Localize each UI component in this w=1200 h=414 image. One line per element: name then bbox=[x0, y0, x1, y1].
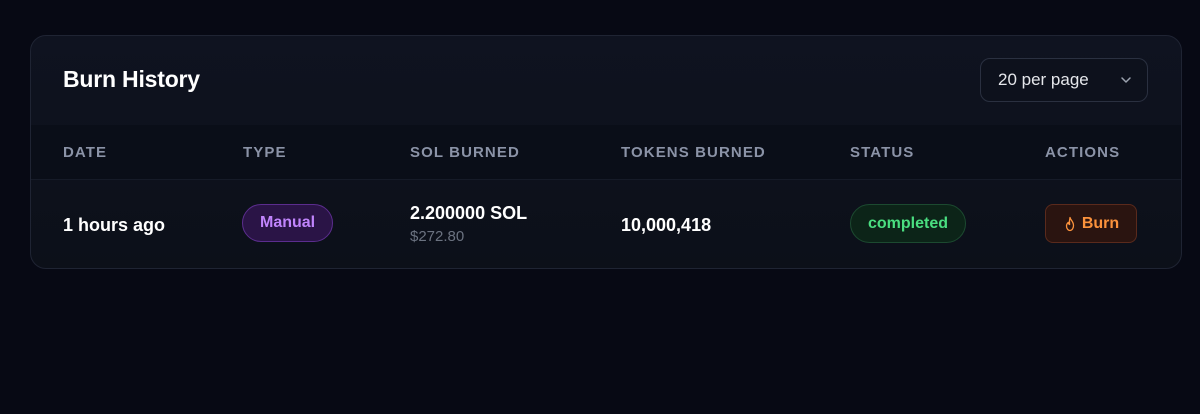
column-header-tokens-burned: TOKENS BURNED bbox=[621, 144, 766, 161]
per-page-select[interactable]: 20 per page bbox=[980, 58, 1148, 102]
burn-button[interactable]: Burn bbox=[1045, 204, 1137, 243]
row-date: 1 hours ago bbox=[63, 215, 166, 235]
burn-button-label: Burn bbox=[1081, 214, 1120, 232]
usd-amount: $272.80 bbox=[410, 228, 465, 245]
chevron-down-icon bbox=[1121, 77, 1131, 83]
sol-burned-cell: 2.200000 SOL $272.80 bbox=[410, 203, 527, 245]
type-badge: Manual bbox=[242, 204, 334, 242]
flame-icon bbox=[1065, 216, 1074, 231]
table-header: DATE TYPE SOL BURNED TOKENS BURNED STATU… bbox=[31, 125, 1181, 180]
per-page-value: 20 per page bbox=[998, 70, 1089, 89]
status-badge: completed bbox=[850, 204, 967, 243]
column-header-actions: ACTIONS bbox=[1045, 144, 1121, 161]
card-title: Burn History bbox=[63, 66, 200, 92]
tokens-burned: 10,000,418 bbox=[621, 215, 712, 235]
column-header-status: STATUS bbox=[850, 144, 915, 161]
card-header: Burn History 20 per page bbox=[31, 36, 1181, 126]
burn-history-card: Burn History 20 per page DATE TYPE SOL B… bbox=[30, 35, 1182, 269]
sol-amount: 2.200000 SOL bbox=[410, 203, 528, 223]
column-header-date: DATE bbox=[63, 144, 108, 161]
column-header-sol-burned: SOL BURNED bbox=[410, 144, 520, 161]
table-row: 1 hours ago Manual 2.200000 SOL $272.80 … bbox=[31, 180, 1181, 268]
column-header-type: TYPE bbox=[243, 144, 287, 161]
